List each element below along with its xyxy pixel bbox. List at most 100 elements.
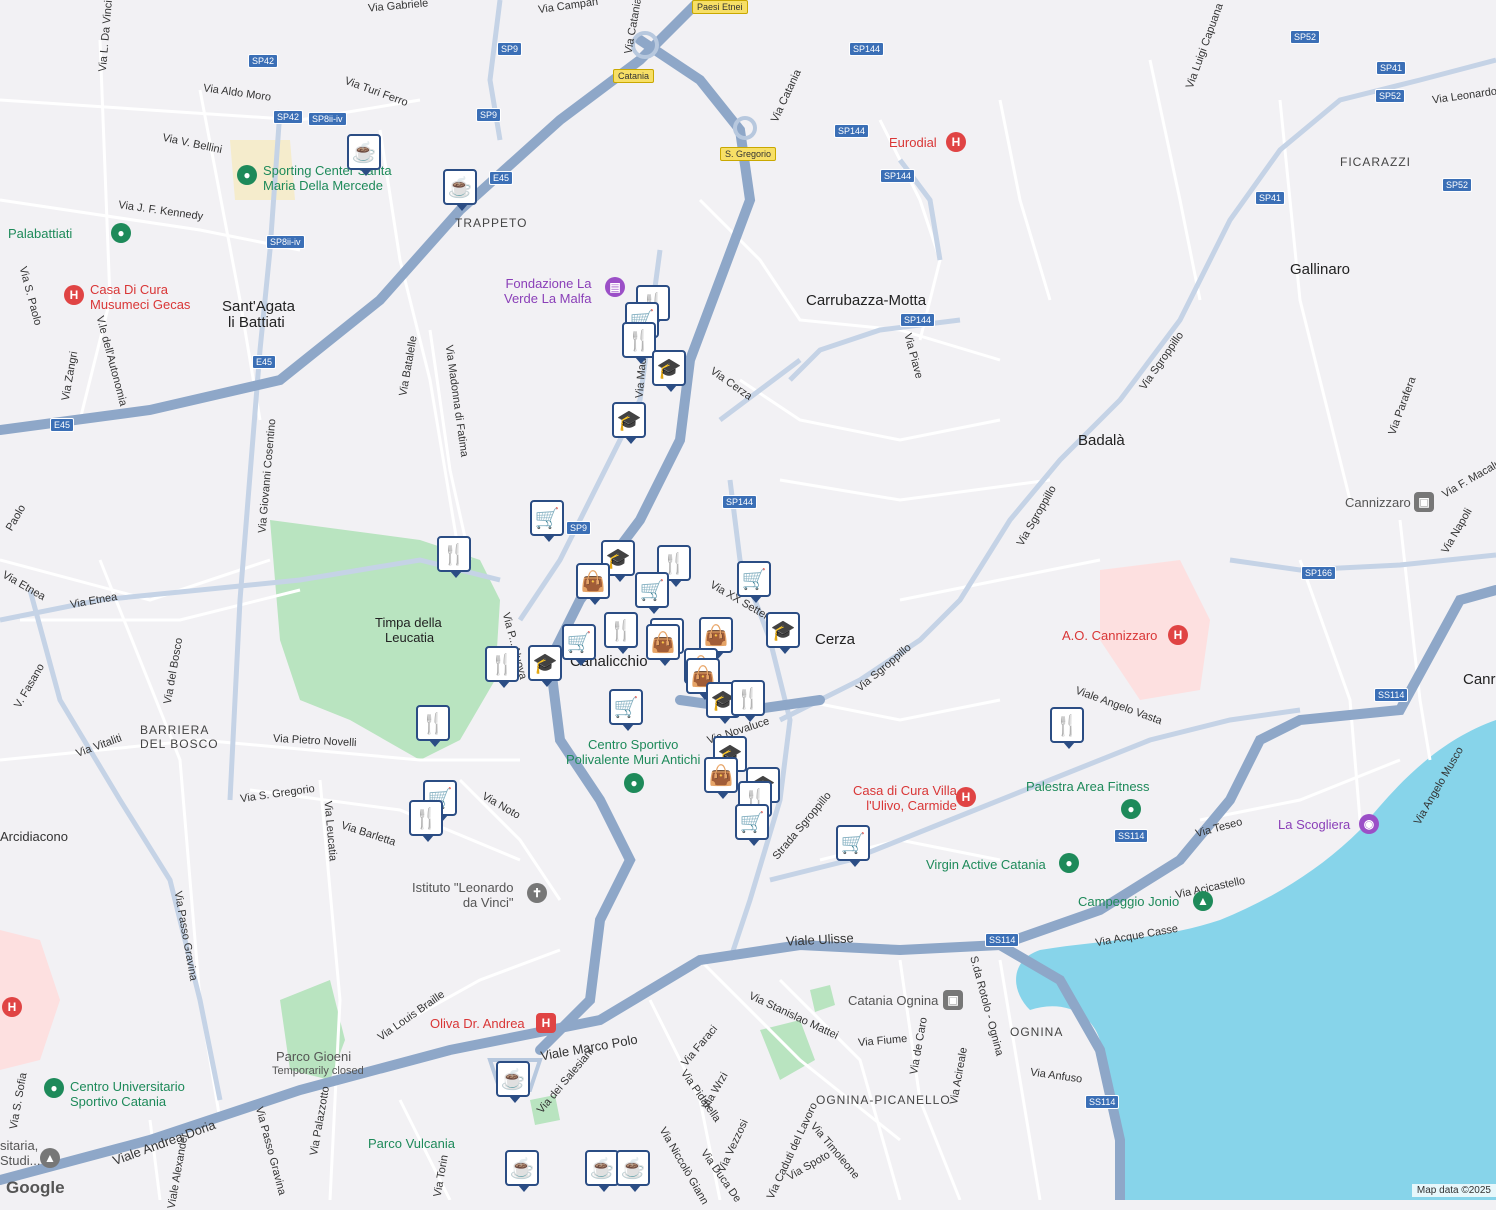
cafe-marker-icon[interactable]: ☕ [585, 1150, 619, 1192]
area-label-badala: Badalà [1078, 432, 1125, 449]
route-shield: SS114 [985, 933, 1020, 947]
route-shield: SP52 [1375, 89, 1406, 103]
poi-parco-vulcania[interactable]: Parco Vulcania [368, 1136, 455, 1151]
poi-musumeci[interactable]: Casa Di Cura Musumeci Gecas [90, 282, 190, 312]
poi-campeggio[interactable]: Campeggio Jonio [1078, 894, 1179, 909]
poi-eurodial[interactable]: Eurodial [889, 135, 937, 150]
poi-villa-ulivo[interactable]: Casa di Cura Villa l'Ulivo, Carmide [853, 783, 957, 813]
restaurant-marker-icon[interactable]: 🍴 [731, 680, 765, 722]
poi-palabattiati[interactable]: Palabattiati [8, 226, 72, 241]
cafe-marker-icon[interactable]: ☕ [616, 1150, 650, 1192]
school-marker-icon[interactable]: 🎓 [652, 350, 686, 392]
route-shield: SP41 [1255, 191, 1286, 205]
route-shield: SP144 [900, 313, 936, 327]
cafe-marker-icon[interactable]: ☕ [347, 134, 381, 176]
church-icon[interactable]: ✝ [527, 883, 547, 903]
restaurant-marker-icon[interactable]: 🍴 [409, 800, 443, 842]
restaurant-marker-icon[interactable]: 🍴 [604, 612, 638, 654]
route-shield: SP42 [248, 54, 279, 68]
shopping-marker-icon[interactable]: 🛒 [530, 500, 564, 542]
destination-sign: Catania [613, 69, 655, 83]
poi-la-scogliera[interactable]: La Scogliera [1278, 817, 1350, 832]
poi-universita[interactable]: sitaria, Studi... [0, 1138, 40, 1168]
shopping-marker-icon[interactable]: 🛒 [609, 689, 643, 731]
route-shield: E45 [252, 355, 277, 369]
train-station-icon[interactable]: ▣ [1414, 492, 1434, 512]
hospital-icon[interactable]: H [536, 1013, 556, 1033]
hospital-icon[interactable]: H [1168, 625, 1188, 645]
poi-oliva[interactable]: Oliva Dr. Andrea [430, 1016, 525, 1031]
restaurant-marker-icon[interactable]: 🍴 [437, 536, 471, 578]
sports-icon[interactable]: ● [237, 165, 257, 185]
campground-icon[interactable]: ▲ [1193, 891, 1213, 911]
cafe-marker-icon[interactable]: ☕ [443, 169, 477, 211]
school-marker-icon[interactable]: 🎓 [766, 612, 800, 654]
route-shield: SP41 [1376, 61, 1407, 75]
sports-icon[interactable]: ● [44, 1078, 64, 1098]
gym-icon[interactable]: ● [1059, 853, 1079, 873]
route-shield: SP166 [1301, 566, 1337, 580]
poi-cus[interactable]: Centro Universitario Sportivo Catania [70, 1079, 185, 1109]
bag-marker-icon[interactable]: 👜 [704, 757, 738, 799]
area-label-canr: Canr [1463, 671, 1496, 688]
shopping-marker-icon[interactable]: 🛒 [635, 572, 669, 614]
shopping-marker-icon[interactable]: 🛒 [836, 825, 870, 867]
bag-marker-icon[interactable]: 👜 [646, 624, 680, 666]
sports-icon[interactable]: ● [111, 223, 131, 243]
route-shield: SP8ii-iv [308, 112, 347, 126]
route-shield: SP9 [497, 42, 523, 56]
poi-istituto[interactable]: Istituto "Leonardo da Vinci" [412, 880, 513, 910]
area-label-barriera: BARRIERA [140, 723, 210, 737]
destination-sign: S. Gregorio [720, 147, 777, 161]
school-marker-icon[interactable]: 🎓 [612, 402, 646, 444]
poi-palestra[interactable]: Palestra Area Fitness [1026, 779, 1150, 794]
poi-cannizzaro-station[interactable]: Cannizzaro [1345, 495, 1411, 510]
attraction-icon[interactable]: ◉ [1359, 814, 1379, 834]
poi-centro-sportivo[interactable]: Centro Sportivo Polivalente Muri Antichi [566, 737, 700, 767]
route-shield: SS114 [1085, 1095, 1120, 1109]
hospital-icon[interactable]: H [2, 997, 22, 1017]
school-marker-icon[interactable]: 🎓 [528, 645, 562, 687]
route-shield: SP144 [849, 42, 885, 56]
cafe-marker-icon[interactable]: ☕ [505, 1150, 539, 1192]
area-label-del-bosco: DEL BOSCO [140, 737, 219, 751]
restaurant-marker-icon[interactable]: 🍴 [416, 705, 450, 747]
train-station-icon[interactable]: ▣ [943, 990, 963, 1010]
poi-virgin[interactable]: Virgin Active Catania [926, 857, 1046, 872]
route-shield: E45 [489, 171, 514, 185]
area-label-cerza: Cerza [815, 631, 856, 648]
area-label-carrubazza: Carrubazza-Motta [806, 292, 927, 309]
university-icon[interactable]: ▲ [40, 1148, 60, 1168]
park-small [810, 985, 835, 1012]
hospital-icon[interactable]: H [64, 285, 84, 305]
hospital-icon[interactable]: H [946, 132, 966, 152]
poi-parco-gioeni-status: Temporarily closed [272, 1065, 364, 1077]
shopping-marker-icon[interactable]: 🛒 [562, 624, 596, 666]
shopping-marker-icon[interactable]: 🛒 [737, 561, 771, 603]
poi-fondazione[interactable]: Fondazione La Verde La Malfa [504, 276, 591, 306]
restaurant-marker-icon[interactable]: 🍴 [622, 322, 656, 364]
route-shield: E45 [50, 418, 75, 432]
route-shield: SP9 [566, 521, 592, 535]
map-attribution[interactable]: Map data ©2025 [1411, 1184, 1496, 1197]
google-logo: Google [6, 1178, 65, 1197]
route-shield: SP42 [273, 110, 304, 124]
poi-parco-gioeni[interactable]: Parco Gioeni [276, 1049, 351, 1064]
restaurant-marker-icon[interactable]: 🍴 [485, 646, 519, 688]
restaurant-marker-icon[interactable]: 🍴 [1050, 707, 1084, 749]
area-label-ognina-picanello: OGNINA-PICANELLO [816, 1093, 951, 1107]
poi-ao-cannizzaro[interactable]: A.O. Cannizzaro [1062, 628, 1157, 643]
road-label: Arcidiacono [0, 829, 68, 844]
area-label-li-battiati: li Battiati [228, 314, 285, 331]
route-shield: SP144 [834, 124, 870, 138]
cafe-marker-icon[interactable]: ☕ [496, 1061, 530, 1103]
museum-icon[interactable]: ▤ [605, 277, 625, 297]
poi-ognina-station[interactable]: Catania Ognina [848, 993, 938, 1008]
gym-icon[interactable]: ● [1121, 799, 1141, 819]
shopping-marker-icon[interactable]: 🛒 [735, 804, 769, 846]
sports-icon[interactable]: ● [624, 773, 644, 793]
bag-marker-icon[interactable]: 👜 [576, 563, 610, 605]
hospital-icon[interactable]: H [956, 787, 976, 807]
route-shield: SP52 [1442, 178, 1473, 192]
route-shield: SS114 [1114, 829, 1149, 843]
